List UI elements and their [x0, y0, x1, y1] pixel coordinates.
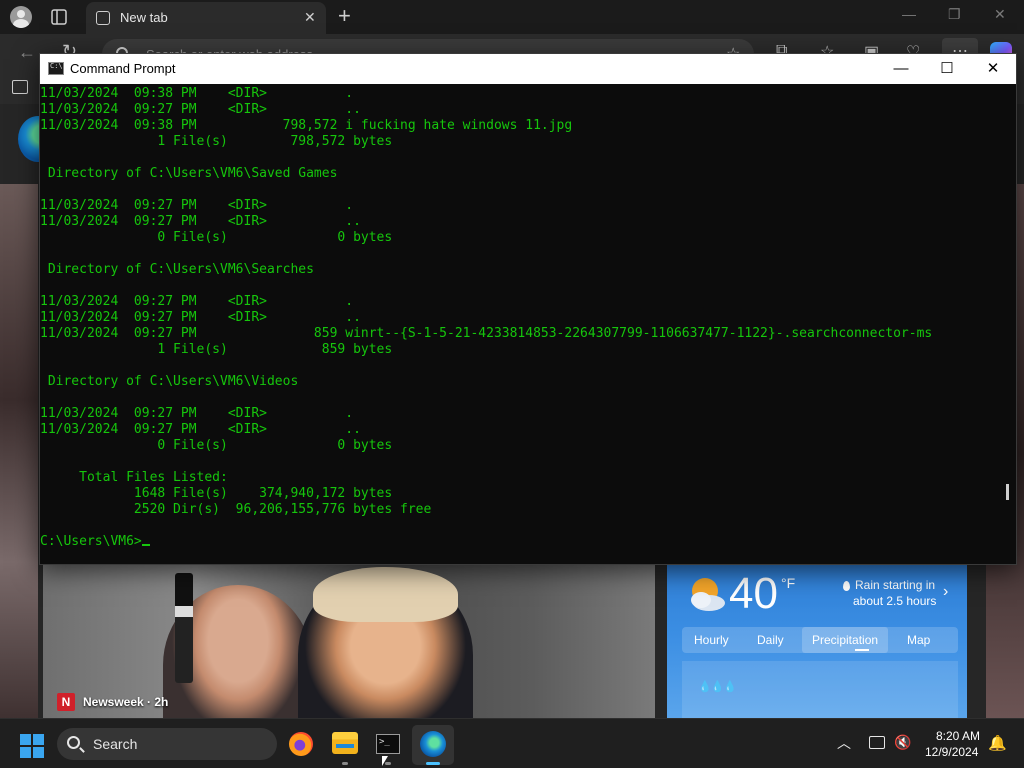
chevron-up-icon[interactable]: ︿	[837, 733, 851, 753]
tab-new-tab[interactable]: New tab ✕	[86, 2, 326, 34]
tab-map[interactable]: Map	[907, 633, 930, 647]
file-explorer-icon[interactable]	[332, 732, 358, 754]
news-card[interactable]: N Newsweek · 2h	[43, 565, 655, 718]
cmd-output-line: 11/03/2024 09:27 PM <DIR> .	[40, 406, 354, 421]
profile-avatar-icon[interactable]	[10, 6, 32, 28]
cmd-output-line: 1648 File(s) 374,940,172 bytes	[40, 486, 393, 501]
new-tab-favicon-icon	[96, 11, 110, 25]
cmd-output-line: 11/03/2024 09:27 PM <DIR> ..	[40, 214, 361, 229]
active-tab-indicator	[855, 649, 869, 651]
cmd-maximize-icon[interactable]: ☐	[924, 57, 970, 81]
command-prompt-icon	[48, 62, 64, 75]
cmd-output-line: Directory of C:\Users\VM6\Videos	[40, 374, 299, 389]
cmd-title-bar[interactable]: Command Prompt — ☐ ✕	[40, 54, 1016, 84]
cmd-output-line: 11/03/2024 09:27 PM <DIR> .	[40, 198, 354, 213]
cmd-prompt-line[interactable]: C:\Users\VM6>	[40, 534, 1000, 550]
cmd-scrollbar[interactable]	[1006, 484, 1009, 500]
browser-restore-icon[interactable]: ❐	[948, 6, 961, 23]
clock-time[interactable]: 8:20 AM	[936, 729, 980, 743]
cmd-output-line: Total Files Listed:	[40, 470, 228, 485]
text-cursor	[141, 544, 150, 546]
cmd-output-line: 0 File(s) 0 bytes	[40, 230, 393, 245]
clock-date[interactable]: 12/9/2024	[925, 745, 978, 759]
temperature-value: 40	[729, 569, 778, 618]
partly-cloudy-icon	[691, 578, 725, 611]
cmd-output-line	[40, 454, 1000, 470]
new-tab-button[interactable]: +	[338, 4, 351, 28]
background-image-left	[0, 184, 38, 724]
cmd-output-line	[40, 518, 1000, 534]
notification-bell-icon[interactable]: 🔔	[988, 734, 1007, 752]
tab-close-icon[interactable]: ✕	[304, 9, 316, 26]
tab-title: New tab	[120, 10, 168, 25]
news-source-label: Newsweek · 2h	[83, 695, 169, 709]
cmd-output-line: 11/03/2024 09:38 PM <DIR> .	[40, 86, 354, 101]
cmd-output-line: 11/03/2024 09:27 PM <DIR> ..	[40, 102, 361, 117]
weather-tabs: Hourly Daily Precipitation Map	[682, 627, 958, 653]
cmd-output-line: 11/03/2024 09:27 PM <DIR> .	[40, 294, 354, 309]
edge-browser-icon[interactable]	[420, 731, 446, 757]
volume-muted-icon[interactable]: 🔇	[894, 734, 911, 751]
weather-alert-line2: about 2.5 hours	[853, 594, 937, 608]
cmd-prompt: C:\Users\VM6>	[40, 534, 142, 549]
cmd-output-line: 1 File(s) 798,572 bytes	[40, 134, 393, 149]
cmd-output-line	[40, 246, 1000, 262]
cmd-output-line: Directory of C:\Users\VM6\Searches	[40, 262, 314, 277]
back-icon[interactable]: ←	[18, 42, 36, 63]
cmd-output-line: 11/03/2024 09:27 PM 859 winrt--{S-1-5-21…	[40, 326, 933, 341]
app-running-indicator	[342, 762, 348, 765]
taskbar-search-label: Search	[93, 736, 138, 752]
news-photo-object	[175, 573, 193, 683]
newsweek-logo-icon: N	[57, 693, 75, 711]
rain-icon: 💧💧💧	[698, 681, 737, 693]
cmd-output-line	[40, 390, 1000, 406]
news-photo-detail	[313, 567, 458, 622]
tab-actions-icon[interactable]	[50, 8, 68, 26]
chevron-right-icon[interactable]: ›	[943, 583, 948, 601]
cmd-output-lines: 11/03/2024 09:38 PM <DIR> . 11/03/2024 09…	[40, 86, 1000, 534]
cmd-output-line	[40, 182, 1000, 198]
cmd-output-line: 11/03/2024 09:38 PM 798,572 i fucking ha…	[40, 118, 573, 133]
cmd-output-line	[40, 150, 1000, 166]
network-icon[interactable]	[869, 736, 885, 749]
temperature-unit: °F	[781, 575, 796, 591]
cmd-close-icon[interactable]: ✕	[970, 57, 1016, 81]
app-active-indicator	[426, 762, 440, 765]
cmd-output-line	[40, 278, 1000, 294]
cmd-window-title: Command Prompt	[70, 61, 176, 76]
cmd-output-line: 0 File(s) 0 bytes	[40, 438, 393, 453]
mouse-pointer-icon	[382, 756, 388, 766]
taskbar: Search ︿ 🔇 8:20 AM 12/9/2024 🔔	[0, 718, 1024, 768]
tab-daily[interactable]: Daily	[757, 633, 784, 647]
cmd-minimize-icon[interactable]: —	[878, 57, 924, 81]
tab-hourly[interactable]: Hourly	[694, 633, 729, 647]
tab-strip: New tab ✕ + — ❐ ✕	[0, 0, 1024, 34]
favorites-folder-icon[interactable]	[12, 80, 28, 94]
firefox-icon[interactable]	[289, 732, 313, 756]
weather-card[interactable]: 40 °F Rain starting in about 2.5 hours ›…	[667, 565, 967, 718]
browser-minimize-icon[interactable]: —	[902, 6, 916, 22]
start-button-windows-icon[interactable]	[20, 734, 44, 758]
command-prompt-taskbar-icon[interactable]	[376, 734, 400, 754]
cmd-output-line	[40, 358, 1000, 374]
cmd-output-line: Directory of C:\Users\VM6\Saved Games	[40, 166, 338, 181]
cmd-output-line: 11/03/2024 09:27 PM <DIR> ..	[40, 422, 361, 437]
weather-alert-line1: Rain starting in	[855, 578, 936, 592]
cmd-output-area[interactable]: 11/03/2024 09:38 PM <DIR> . 11/03/2024 09…	[40, 86, 1000, 564]
tab-precipitation[interactable]: Precipitation	[802, 627, 889, 653]
search-icon	[67, 736, 80, 749]
rain-drop-icon	[843, 581, 850, 591]
browser-close-icon[interactable]: ✕	[994, 6, 1006, 23]
command-prompt-window[interactable]: Command Prompt — ☐ ✕ 11/03/2024 09:38 PM…	[39, 53, 1017, 565]
cmd-output-line: 1 File(s) 859 bytes	[40, 342, 393, 357]
cmd-output-line: 11/03/2024 09:27 PM <DIR> ..	[40, 310, 361, 325]
cmd-output-line: 2520 Dir(s) 96,206,155,776 bytes free	[40, 502, 432, 517]
taskbar-search-box[interactable]: Search	[57, 728, 277, 760]
